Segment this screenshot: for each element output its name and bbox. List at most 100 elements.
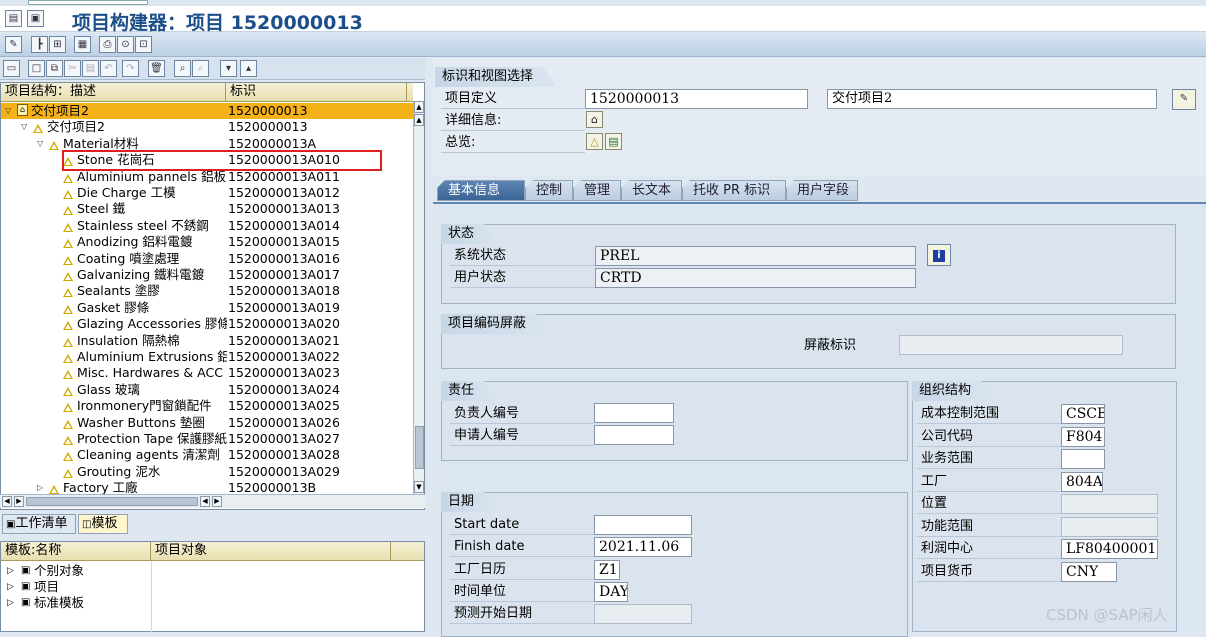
tree-row[interactable]: Gasket 膠條 1520000013A019: [1, 300, 413, 316]
print-icon[interactable]: ⎙: [99, 36, 116, 53]
org-field-value[interactable]: 804A: [1061, 471, 1103, 492]
paste-icon[interactable]: ▤: [82, 60, 99, 77]
info-button[interactable]: i: [927, 244, 951, 266]
user-status-field[interactable]: CRTD: [595, 268, 916, 288]
org-field-value[interactable]: CSCE: [1061, 404, 1105, 424]
finish-date-field[interactable]: 2021.11.06: [594, 537, 692, 557]
tree-row[interactable]: Cleaning agents 清潔劑 1520000013A028: [1, 447, 413, 463]
org-field-value[interactable]: [1061, 516, 1158, 537]
scroll-left-2-icon[interactable]: ◀: [200, 496, 210, 507]
org-field-value[interactable]: CNY: [1061, 561, 1117, 582]
tab-worklist[interactable]: ▣工作清单: [2, 514, 76, 534]
resp-person-field[interactable]: [594, 403, 674, 423]
find-next-icon[interactable]: ⌕: [192, 60, 209, 77]
org-field-value[interactable]: LF80400001: [1061, 539, 1158, 559]
tab-pr-flag[interactable]: 托收 PR 标识: [682, 180, 786, 201]
forecast-start-field[interactable]: [594, 604, 692, 624]
column-header-id[interactable]: 标识: [226, 83, 407, 102]
edit-text-icon[interactable]: ✎: [1172, 89, 1196, 110]
scroll-up-icon[interactable]: ▲: [414, 101, 424, 113]
collapse-arrow-icon[interactable]: ▽: [21, 119, 27, 135]
tree-row[interactable]: Aluminium pannels 鋁板 1520000013A011: [1, 169, 413, 185]
redo-icon[interactable]: ↷: [122, 60, 139, 77]
tree-row[interactable]: Grouting 泥水 1520000013A029: [1, 464, 413, 480]
collapse-icon[interactable]: ▴: [240, 60, 257, 77]
tree-row[interactable]: Anodizing 鋁料電鍍 1520000013A015: [1, 234, 413, 250]
cut-icon[interactable]: ✂: [64, 60, 81, 77]
tree-row[interactable]: Stainless steel 不銹鋼 1520000013A014: [1, 218, 413, 234]
tree-row[interactable]: ▽ 交付项目2 1520000013: [1, 119, 413, 135]
tree-horizontal-scrollbar[interactable]: ◀ ▶ ◀ ▶: [0, 494, 425, 508]
network-overview-icon[interactable]: ▤: [605, 133, 622, 150]
detail-icon[interactable]: ⌂: [586, 111, 603, 128]
h-scroll-thumb[interactable]: [26, 497, 198, 506]
tree-row[interactable]: Glazing Accessories 膠條 1520000013A020: [1, 316, 413, 332]
tree-row[interactable]: Aluminium Extrusions 鋁 1520000013A022: [1, 349, 413, 365]
factory-calendar-field[interactable]: Z1: [594, 560, 620, 580]
open-folder-icon[interactable]: ▭: [3, 60, 20, 77]
system-status-field[interactable]: PREL: [595, 246, 916, 266]
settings-icon[interactable]: ⊙: [117, 36, 134, 53]
expand-arrow-icon[interactable]: ▷: [7, 563, 14, 579]
start-date-field[interactable]: [594, 515, 692, 535]
tab-templates[interactable]: ◫模板: [78, 514, 128, 534]
tab-long-text[interactable]: 长文本: [621, 180, 682, 201]
find-icon[interactable]: ⌕: [174, 60, 191, 77]
new-icon[interactable]: □: [28, 60, 45, 77]
copy-icon[interactable]: ⧉: [46, 60, 63, 77]
tab-admin[interactable]: 管理: [573, 180, 621, 201]
time-unit-field[interactable]: DAY: [594, 582, 628, 602]
tab-basic-info[interactable]: 基本信息: [437, 180, 525, 201]
tree-row[interactable]: Washer Buttons 墊圈 1520000013A026: [1, 415, 413, 431]
scroll-right-2-icon[interactable]: ▶: [212, 496, 222, 507]
tree-row[interactable]: Glass 玻璃 1520000013A024: [1, 382, 413, 398]
tree-row[interactable]: Steel 鐵 1520000013A013: [1, 201, 413, 217]
tree-vertical-scrollbar[interactable]: ▲ ▲ ▼: [413, 101, 424, 494]
column-header-project-object[interactable]: 项目对象: [151, 542, 391, 561]
tree-row[interactable]: Die Charge 工模 1520000013A012: [1, 185, 413, 201]
column-header-template-name[interactable]: 模板:名称: [1, 542, 151, 561]
command-field[interactable]: [28, 0, 148, 5]
list-item[interactable]: ▷ ▣ 个别对象: [1, 563, 413, 579]
org-field-value[interactable]: [1061, 494, 1158, 514]
structure-icon[interactable]: ⊞: [49, 36, 66, 53]
tree-row[interactable]: Insulation 隔熱棉 1520000013A021: [1, 333, 413, 349]
project-def-field[interactable]: 1520000013: [585, 89, 808, 109]
tree-row[interactable]: ▽ ⌂ 交付项目2 1520000013: [1, 103, 413, 120]
close-icon[interactable]: ⊡: [135, 36, 152, 53]
delete-icon[interactable]: 🗑: [148, 60, 165, 77]
edit-icon[interactable]: ✎: [5, 36, 22, 53]
list-item[interactable]: ▷ ▣ 项目: [1, 579, 413, 595]
collapse-arrow-icon[interactable]: ▽: [5, 103, 11, 119]
org-field-value[interactable]: [1061, 449, 1105, 469]
scroll-page-up-icon[interactable]: ▲: [414, 114, 424, 126]
collapse-arrow-icon[interactable]: ▽: [37, 136, 43, 152]
wbs-overview-icon[interactable]: △: [586, 133, 603, 150]
expand-arrow-icon[interactable]: ▷: [7, 595, 14, 611]
tree-row[interactable]: Coating 噴塗處理 1520000013A016: [1, 251, 413, 267]
expand-arrow-icon[interactable]: ▷: [7, 579, 14, 595]
layout-icon[interactable]: ▣: [27, 10, 44, 27]
scroll-right-icon[interactable]: ▶: [14, 496, 24, 507]
tree-row[interactable]: Misc. Hardwares & ACC 雜 1520000013A023: [1, 365, 413, 381]
scroll-down-icon[interactable]: ▼: [414, 481, 424, 493]
scroll-thumb[interactable]: [415, 426, 424, 469]
hierarchy-icon[interactable]: ┣: [31, 36, 48, 53]
project-desc-field[interactable]: 交付项目2: [827, 89, 1157, 109]
applicant-field[interactable]: [594, 425, 674, 445]
expand-icon[interactable]: ▾: [220, 60, 237, 77]
org-field-value[interactable]: F804: [1061, 426, 1105, 447]
column-header-description[interactable]: 项目结构：描述: [1, 83, 226, 102]
tree-row[interactable]: Ironmonery門窗鎖配件 1520000013A025: [1, 398, 413, 414]
menu-icon[interactable]: ▤: [5, 10, 22, 27]
tree-row[interactable]: Galvanizing 鐵料電鍍 1520000013A017: [1, 267, 413, 283]
scroll-left-icon[interactable]: ◀: [2, 496, 12, 507]
tab-user-fields[interactable]: 用户字段: [786, 180, 858, 201]
tree-row[interactable]: Protection Tape 保護膠紙 1520000013A027: [1, 431, 413, 447]
tab-control[interactable]: 控制: [525, 180, 573, 201]
tree-row[interactable]: Sealants 塗膠 1520000013A018: [1, 283, 413, 299]
mask-field[interactable]: [899, 335, 1123, 355]
list-item[interactable]: ▷ ▣ 标准模板: [1, 595, 413, 611]
undo-icon[interactable]: ↶: [100, 60, 117, 77]
project-overview-icon[interactable]: ▦: [74, 36, 91, 53]
